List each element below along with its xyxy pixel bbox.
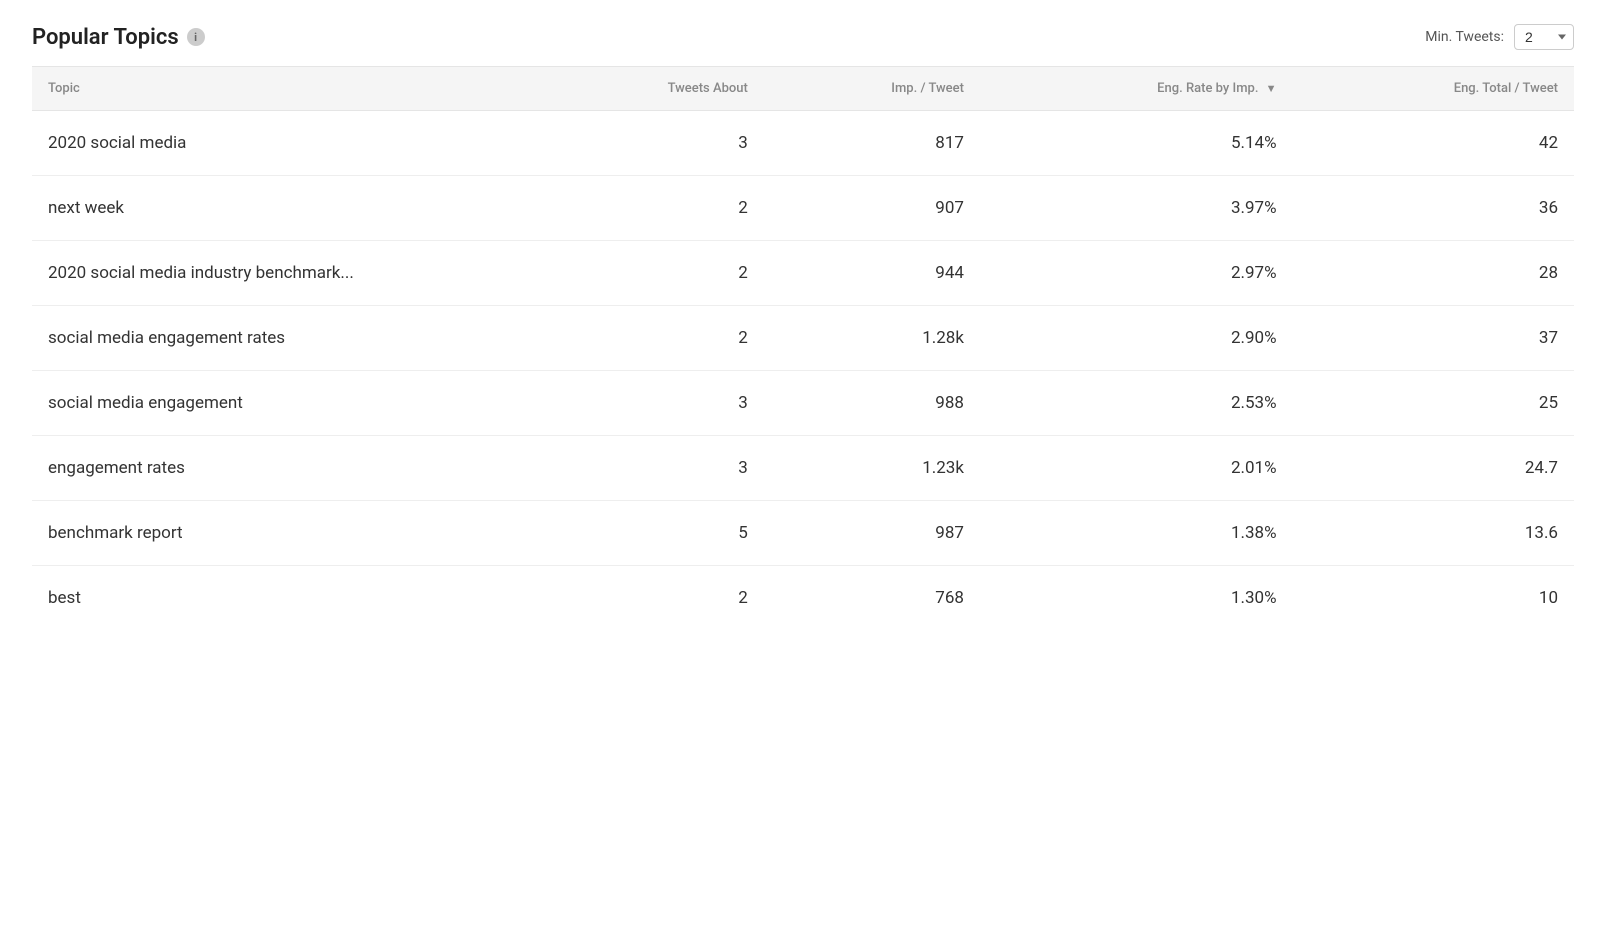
table-cell-row7-col1: 2 <box>532 566 764 631</box>
page-title: Popular Topics <box>32 25 179 50</box>
table-cell-row2-col4: 28 <box>1293 241 1574 306</box>
table-cell-row5-col3: 2.01% <box>980 436 1293 501</box>
table-cell-row2-col1: 2 <box>532 241 764 306</box>
table-cell-row3-col4: 37 <box>1293 306 1574 371</box>
info-icon[interactable]: i <box>187 28 205 46</box>
column-header-topic: Topic <box>32 67 532 111</box>
table-cell-row1-col1: 2 <box>532 176 764 241</box>
table-row: best27681.30%10 <box>32 566 1574 631</box>
table-cell-row7-col3: 1.30% <box>980 566 1293 631</box>
table-cell-row5-col4: 24.7 <box>1293 436 1574 501</box>
table-cell-row1-col3: 3.97% <box>980 176 1293 241</box>
table-cell-row5-col2: 1.23k <box>764 436 980 501</box>
table-body: 2020 social media38175.14%42next week290… <box>32 111 1574 631</box>
table-row: benchmark report59871.38%13.6 <box>32 501 1574 566</box>
table-cell-row2-col0: 2020 social media industry benchmark... <box>32 241 532 306</box>
sort-icon: ▼ <box>1266 82 1277 95</box>
table-cell-row1-col0: next week <box>32 176 532 241</box>
table-cell-row6-col1: 5 <box>532 501 764 566</box>
table-cell-row4-col4: 25 <box>1293 371 1574 436</box>
table-cell-row4-col1: 3 <box>532 371 764 436</box>
table-row: 2020 social media38175.14%42 <box>32 111 1574 176</box>
popular-topics-container: Popular Topics i Min. Tweets: 2 3 5 10 T… <box>0 0 1606 932</box>
table-cell-row7-col2: 768 <box>764 566 980 631</box>
column-header-imp-per-tweet: Imp. / Tweet <box>764 67 980 111</box>
table-cell-row0-col4: 42 <box>1293 111 1574 176</box>
column-header-eng-rate[interactable]: Eng. Rate by Imp. ▼ <box>980 67 1293 111</box>
table-cell-row1-col4: 36 <box>1293 176 1574 241</box>
table-cell-row4-col0: social media engagement <box>32 371 532 436</box>
table-cell-row2-col3: 2.97% <box>980 241 1293 306</box>
topics-table: Topic Tweets About Imp. / Tweet Eng. Rat… <box>32 67 1574 630</box>
header: Popular Topics i Min. Tweets: 2 3 5 10 <box>32 24 1574 50</box>
table-row: social media engagement rates21.28k2.90%… <box>32 306 1574 371</box>
table-cell-row2-col2: 944 <box>764 241 980 306</box>
header-right: Min. Tweets: 2 3 5 10 <box>1425 24 1574 50</box>
header-left: Popular Topics i <box>32 25 205 50</box>
table-header: Topic Tweets About Imp. / Tweet Eng. Rat… <box>32 67 1574 111</box>
table-cell-row3-col3: 2.90% <box>980 306 1293 371</box>
table-cell-row0-col1: 3 <box>532 111 764 176</box>
table-cell-row7-col4: 10 <box>1293 566 1574 631</box>
table-row: engagement rates31.23k2.01%24.7 <box>32 436 1574 501</box>
table-cell-row5-col1: 3 <box>532 436 764 501</box>
table-cell-row3-col0: social media engagement rates <box>32 306 532 371</box>
table-cell-row5-col0: engagement rates <box>32 436 532 501</box>
min-tweets-select-wrapper: 2 3 5 10 <box>1514 24 1574 50</box>
table-cell-row6-col4: 13.6 <box>1293 501 1574 566</box>
table-cell-row6-col0: benchmark report <box>32 501 532 566</box>
table-row: social media engagement39882.53%25 <box>32 371 1574 436</box>
table-row: 2020 social media industry benchmark...2… <box>32 241 1574 306</box>
table-cell-row3-col1: 2 <box>532 306 764 371</box>
min-tweets-select[interactable]: 2 3 5 10 <box>1514 24 1574 50</box>
column-header-eng-total: Eng. Total / Tweet <box>1293 67 1574 111</box>
table-header-row: Topic Tweets About Imp. / Tweet Eng. Rat… <box>32 67 1574 111</box>
table-cell-row7-col0: best <box>32 566 532 631</box>
table-cell-row1-col2: 907 <box>764 176 980 241</box>
table-cell-row0-col3: 5.14% <box>980 111 1293 176</box>
column-header-tweets-about: Tweets About <box>532 67 764 111</box>
table-cell-row4-col3: 2.53% <box>980 371 1293 436</box>
table-cell-row0-col2: 817 <box>764 111 980 176</box>
table-cell-row6-col3: 1.38% <box>980 501 1293 566</box>
table-cell-row6-col2: 987 <box>764 501 980 566</box>
table-row: next week29073.97%36 <box>32 176 1574 241</box>
table-cell-row4-col2: 988 <box>764 371 980 436</box>
table-cell-row0-col0: 2020 social media <box>32 111 532 176</box>
min-tweets-label: Min. Tweets: <box>1425 29 1504 45</box>
table-cell-row3-col2: 1.28k <box>764 306 980 371</box>
